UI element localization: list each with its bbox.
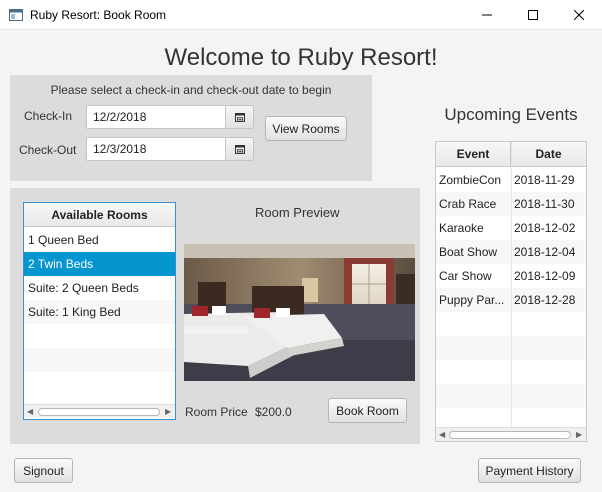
empty-row	[24, 324, 175, 348]
checkout-calendar-button[interactable]	[225, 138, 253, 160]
available-rooms-list[interactable]: Available Rooms 1 Queen Bed 2 Twin Beds …	[23, 202, 176, 420]
upcoming-events-title: Upcoming Events	[444, 105, 578, 124]
close-icon	[574, 10, 584, 20]
event-date-cell: 2018-12-04	[514, 245, 576, 259]
maximize-button[interactable]	[510, 0, 556, 30]
empty-row	[24, 372, 175, 396]
payment-history-button[interactable]: Payment History	[478, 458, 581, 483]
view-rooms-button[interactable]: View Rooms	[265, 116, 347, 141]
checkout-input[interactable]	[87, 138, 225, 160]
scrollbar-thumb[interactable]	[449, 431, 571, 439]
event-name-cell: Car Show	[439, 269, 492, 283]
date-prompt: Please select a check-in and check-out d…	[50, 83, 332, 97]
scroll-right-icon[interactable]: ▶	[165, 407, 171, 416]
checkout-label: Check-Out	[19, 143, 77, 157]
app-icon	[9, 9, 23, 21]
event-column-header[interactable]: Event	[436, 142, 511, 167]
event-name-cell: Crab Race	[439, 197, 497, 211]
book-room-button[interactable]: Book Room	[328, 398, 407, 423]
event-date-cell: 2018-12-09	[514, 269, 576, 283]
room-price-label: Room Price	[185, 405, 248, 419]
checkin-label: Check-In	[24, 109, 73, 123]
calendar-icon	[234, 144, 245, 154]
event-name-cell: Boat Show	[439, 245, 498, 259]
event-date-cell: 2018-12-28	[514, 293, 576, 307]
checkin-input[interactable]	[87, 106, 225, 128]
events-table[interactable]: Event Date ZombieCon 2018-11-29 Crab Rac…	[435, 141, 587, 442]
room-item-selected[interactable]: 2 Twin Beds	[24, 252, 175, 276]
empty-row	[24, 348, 175, 372]
rooms-horizontal-scrollbar[interactable]: ◀ ▶	[24, 404, 175, 418]
event-date-cell: 2018-11-30	[514, 197, 575, 211]
date-selection-panel: Please select a check-in and check-out d…	[10, 75, 372, 181]
checkin-calendar-button[interactable]	[225, 106, 253, 128]
event-name-cell: Puppy Par...	[439, 293, 505, 307]
room-item[interactable]: Suite: 2 Queen Beds	[24, 276, 175, 300]
column-divider	[511, 142, 512, 428]
checkin-date-picker	[86, 105, 254, 129]
room-preview-image	[184, 244, 415, 381]
checkout-date-picker	[86, 137, 254, 161]
event-date-cell: 2018-11-29	[514, 173, 575, 187]
calendar-icon	[234, 112, 245, 122]
scrollbar-thumb[interactable]	[38, 408, 160, 416]
room-item[interactable]: 1 Queen Bed	[24, 228, 175, 252]
title-bar: Ruby Resort: Book Room	[0, 0, 602, 30]
room-price-value: $200.0	[255, 405, 292, 419]
scroll-right-icon[interactable]: ▶	[576, 430, 582, 439]
signout-button[interactable]: Signout	[14, 458, 73, 483]
room-item[interactable]: Suite: 1 King Bed	[24, 300, 175, 324]
minimize-icon	[482, 14, 492, 16]
event-name-cell: Karaoke	[439, 221, 484, 235]
close-button[interactable]	[556, 0, 602, 30]
scroll-left-icon[interactable]: ◀	[439, 430, 445, 439]
event-name-cell: ZombieCon	[439, 173, 502, 187]
maximize-icon	[528, 10, 538, 20]
events-horizontal-scrollbar[interactable]: ◀ ▶	[436, 427, 586, 441]
scroll-left-icon[interactable]: ◀	[27, 407, 33, 416]
room-preview-title: Room Preview	[255, 205, 340, 220]
window-title: Ruby Resort: Book Room	[30, 8, 167, 22]
rooms-list-header: Available Rooms	[24, 203, 175, 227]
rooms-panel: Available Rooms 1 Queen Bed 2 Twin Beds …	[10, 188, 420, 444]
minimize-button[interactable]	[464, 0, 510, 30]
date-column-header[interactable]: Date	[511, 142, 586, 167]
event-date-cell: 2018-12-02	[514, 221, 576, 235]
welcome-heading: Welcome to Ruby Resort!	[164, 44, 438, 71]
